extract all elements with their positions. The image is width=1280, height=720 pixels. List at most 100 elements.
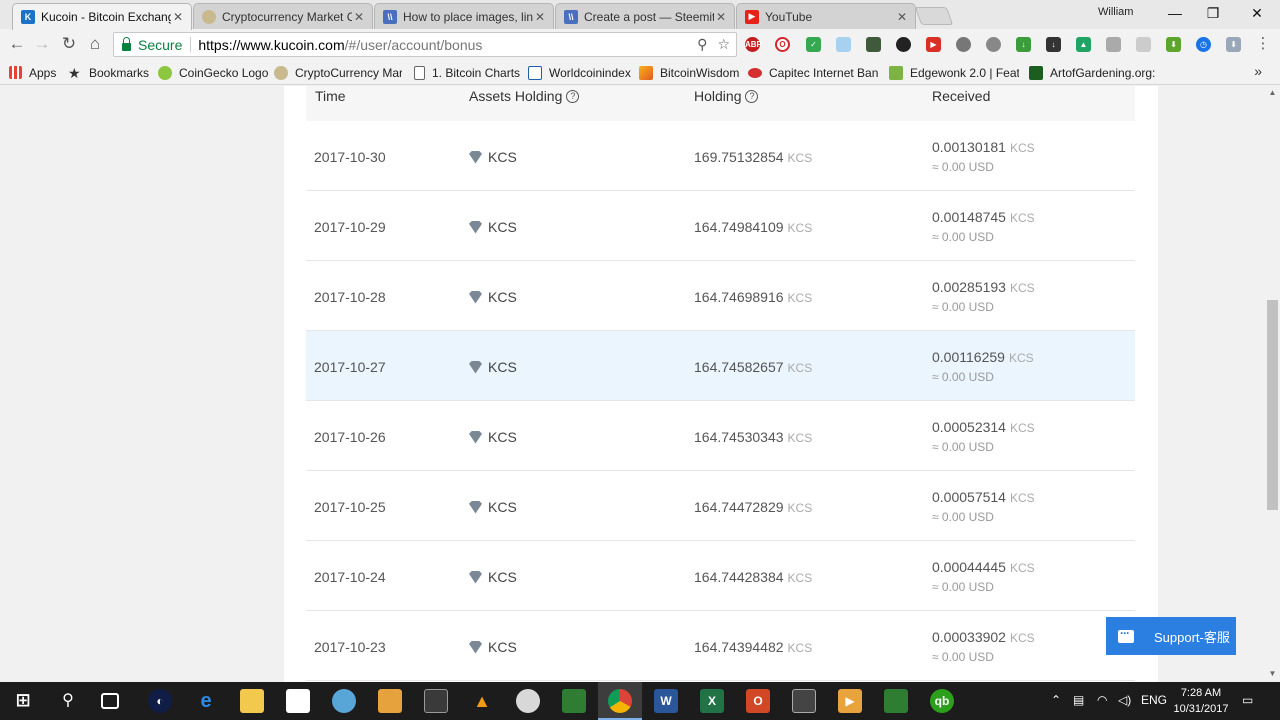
scroll-down-icon[interactable]: ▼ [1266,669,1279,679]
received-usd: ≈ 0.00 USD [932,230,994,244]
wifi-icon[interactable]: ◠ [1097,693,1107,707]
close-tab-icon[interactable]: ✕ [171,10,185,24]
close-tab-icon[interactable]: ✕ [533,10,547,24]
bookmark-cryptocurrency-mark[interactable]: CryptoCurrency Mark [274,64,402,81]
tab-create-post-steemit[interactable]: \\ Create a post — Steemit ✕ [555,3,735,29]
clock-extension-icon[interactable]: ◷ [1196,37,1211,52]
app-icon[interactable] [424,689,448,713]
search-icon[interactable]: ⚲ [56,689,80,713]
edge-icon[interactable]: e [194,689,218,713]
grey-arrow-extension-icon[interactable]: ⬇ [1226,37,1241,52]
green-arrow-extension-icon[interactable]: ⬇ [1166,37,1181,52]
bookmark-apps[interactable]: Apps [9,64,56,81]
bookmark-star-icon[interactable]: ☆ [717,36,730,53]
help-icon[interactable]: ? [745,89,759,103]
app-icon[interactable] [884,689,908,713]
table-row: 2017-10-25 KCS 164.74472829 KCS 0.00057514 KC… [306,471,1135,541]
drive-extension-icon[interactable]: ▲ [1076,37,1091,52]
app-icon[interactable] [516,689,540,713]
image-extension-icon[interactable] [836,37,851,52]
scrollbar-thumb[interactable] [1267,300,1278,510]
pin-icon[interactable]: ⚲ [697,36,707,53]
close-tab-icon[interactable]: ✕ [714,10,728,24]
file-explorer-icon[interactable] [240,689,264,713]
store-icon[interactable] [286,689,310,713]
bookmark-bitcoin-charts[interactable]: 1. Bitcoin Charts [414,64,520,81]
outlook-icon[interactable]: O [746,689,770,713]
bookmark-label: Edgewonk 2.0 | Featu [910,65,1019,80]
puzzle-extension-icon[interactable] [1136,37,1151,52]
notifications-icon[interactable]: ▭ [1242,693,1253,707]
support-button[interactable]: Support-客服 [1106,617,1236,655]
bookmark-bitcoinwisdom[interactable]: BitcoinWisdom [639,64,739,81]
calculator-icon[interactable] [792,689,816,713]
screenshot-extension-icon[interactable] [866,37,881,52]
home-icon[interactable]: ⌂ [84,33,106,55]
close-tab-icon[interactable]: ✕ [352,10,366,24]
network-icon[interactable]: ▤ [1073,693,1084,707]
gear-extension-icon[interactable] [956,37,971,52]
system-clock[interactable]: 7:28 AM 10/31/2017 [1170,685,1232,717]
app-icon[interactable] [562,689,586,713]
divider [190,37,192,52]
tab-cryptocurrency-market[interactable]: Cryptocurrency Market C ✕ [193,3,373,29]
quickbooks-icon[interactable]: qb [930,689,954,713]
download-helper-icon[interactable]: ↓ [1016,37,1031,52]
menu-dots-icon[interactable]: ⋮ [1252,33,1274,55]
received-unit: KCS [1009,631,1035,645]
chevron-up-icon[interactable]: ⌃ [1051,693,1061,707]
tab-youtube[interactable]: ▶ YouTube ✕ [736,3,916,29]
task-view-icon[interactable] [101,693,119,709]
received-usd: ≈ 0.00 USD [932,300,994,314]
flame-extension-icon[interactable] [896,37,911,52]
word-icon[interactable]: W [654,689,678,713]
back-arrow-icon[interactable]: ← [6,33,28,55]
received-amount: 0.00044445 [932,559,1006,575]
excel-icon[interactable]: X [700,689,724,713]
holding-unit: KCS [787,291,813,305]
bookmark-label: 1. Bitcoin Charts [432,65,521,80]
lock-extension-icon[interactable] [1106,37,1121,52]
bookmark-capitec[interactable]: Capitec Internet Bank [748,64,878,81]
app-icon[interactable] [332,689,356,713]
video-extension-icon[interactable]: ▶ [926,37,941,52]
app-icon[interactable]: ◐ [148,689,172,713]
opera-extension-icon[interactable]: O [775,37,790,52]
chrome-icon[interactable] [608,689,632,713]
shield-extension-icon[interactable]: ✓ [806,37,821,52]
close-window-icon[interactable]: ✕ [1242,4,1272,22]
scroll-up-icon[interactable]: ▲ [1266,88,1279,98]
tab-kucoin[interactable]: K Kucoin - Bitcoin Exchang ✕ [12,3,192,30]
bookmark-worldcoinindex[interactable]: Worldcoinindex [528,64,631,81]
worldcoinindex-icon [528,65,542,80]
tab-how-to-place-images[interactable]: \\ How to place images, lin ✕ [374,3,554,29]
table-row: 2017-10-24 KCS 164.74428384 KCS 0.00044445 KC… [306,541,1135,611]
minimize-icon[interactable]: — [1160,4,1190,22]
vlc-icon[interactable]: ▲ [470,689,494,713]
row-date: 2017-10-30 [314,149,386,165]
bookmark-artofgardening[interactable]: ArtofGardening.org: [1029,64,1157,81]
forward-arrow-icon[interactable]: → [31,33,53,55]
close-tab-icon[interactable]: ✕ [895,10,909,24]
adblock-extension-icon[interactable]: ABP [745,37,762,52]
restore-icon[interactable]: ❐ [1198,4,1228,22]
new-tab-button[interactable] [914,7,954,25]
received-amount: 0.00130181 [932,139,1006,155]
language-indicator[interactable]: ENG [1141,693,1167,707]
volume-icon[interactable]: ◁) [1118,693,1131,707]
bookmark-coingecko[interactable]: CoinGecko Logo [158,64,268,81]
help-icon[interactable]: ? [566,89,580,103]
globe-extension-icon[interactable] [986,37,1001,52]
bookmark-bookmarks[interactable]: ★ Bookmarks [68,64,149,81]
received-amount: 0.00033902 [932,629,1006,645]
asset-symbol: KCS [488,569,517,585]
more-bookmarks-icon[interactable]: » [1254,63,1262,79]
profile-name[interactable]: William [1098,6,1133,18]
app-icon[interactable]: ▶ [838,689,862,713]
address-bar[interactable]: Secure https://www.kucoin.com/#/user/acc… [113,32,737,57]
windows-start-icon[interactable]: ⊞ [11,689,35,713]
app-icon[interactable] [378,689,402,713]
download-icon[interactable]: ↓ [1046,37,1061,52]
bookmark-edgewonk[interactable]: Edgewonk 2.0 | Featu [889,64,1019,81]
reload-icon[interactable]: ↻ [58,33,80,55]
